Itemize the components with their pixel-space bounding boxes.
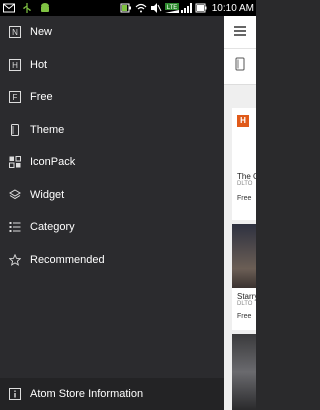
signal-icon — [180, 3, 192, 13]
battery-icon — [120, 3, 132, 13]
svg-text:LTE: LTE — [166, 5, 177, 11]
card-price: Free — [237, 313, 252, 320]
battery-icon — [195, 3, 207, 13]
svg-text:N: N — [12, 28, 18, 37]
drawer-menu: N New H Hot F Free Theme IconPack Widget… — [0, 16, 224, 276]
footer-label: Atom Store Information — [30, 388, 144, 400]
grid-icon — [8, 156, 21, 169]
card-title: The C — [237, 172, 256, 181]
svg-text:F: F — [12, 93, 17, 102]
svg-text:H: H — [12, 61, 18, 70]
status-time: 10:10 AM — [211, 2, 254, 14]
drawer-item-hot[interactable]: H Hot — [0, 49, 224, 82]
drawer-item-widget[interactable]: Widget — [0, 179, 224, 212]
card-image — [232, 334, 256, 410]
list-icon — [8, 221, 21, 234]
mail-icon — [3, 3, 15, 13]
wifi-icon — [135, 3, 147, 13]
android-icon — [39, 3, 51, 13]
card-title: Starry — [237, 292, 256, 301]
drawer-item-label: New — [30, 26, 53, 39]
drawer-item-label: Recommended — [30, 253, 105, 266]
drawer-item-label: Free — [30, 91, 53, 104]
phone-icon[interactable] — [234, 57, 246, 76]
list-item[interactable] — [232, 334, 256, 410]
card-image — [232, 224, 256, 288]
phone-icon — [8, 123, 21, 136]
letter-h-icon: H — [8, 58, 21, 71]
letter-f-icon: F — [8, 91, 21, 104]
star-icon — [8, 253, 21, 266]
list-item[interactable]: Starry DLTO Free — [232, 224, 256, 330]
drawer-item-iconpack[interactable]: IconPack — [0, 146, 224, 179]
drawer-item-recommended[interactable]: Recommended — [0, 244, 224, 277]
status-bar: LTE 10:10 AM — [0, 0, 256, 16]
drawer-footer-info[interactable]: Atom Store Information — [0, 378, 224, 410]
navigation-drawer: N New H Hot F Free Theme IconPack Widget… — [0, 16, 224, 410]
drawer-item-label: IconPack — [30, 156, 76, 169]
menu-icon[interactable] — [234, 23, 246, 41]
drawer-item-label: Widget — [30, 188, 65, 201]
hot-badge: H — [237, 115, 249, 127]
card-price: Free — [237, 195, 252, 202]
list-item[interactable]: H The C DLTO Free — [232, 108, 256, 220]
drawer-item-label: Theme — [30, 123, 65, 136]
category-bar — [224, 49, 256, 85]
layers-icon — [8, 188, 21, 201]
drawer-item-new[interactable]: N New — [0, 16, 224, 49]
mute-icon — [150, 3, 162, 13]
drawer-item-label: Category — [30, 221, 75, 234]
letter-n-icon: N — [8, 26, 21, 39]
drawer-item-category[interactable]: Category — [0, 211, 224, 244]
drawer-item-label: Hot — [30, 58, 48, 71]
info-icon — [8, 388, 21, 401]
lte-icon: LTE — [164, 3, 179, 13]
drawer-item-theme[interactable]: Theme — [0, 114, 224, 147]
usb-icon — [21, 3, 33, 13]
app-toolbar — [224, 16, 256, 49]
drawer-item-free[interactable]: F Free — [0, 81, 224, 114]
